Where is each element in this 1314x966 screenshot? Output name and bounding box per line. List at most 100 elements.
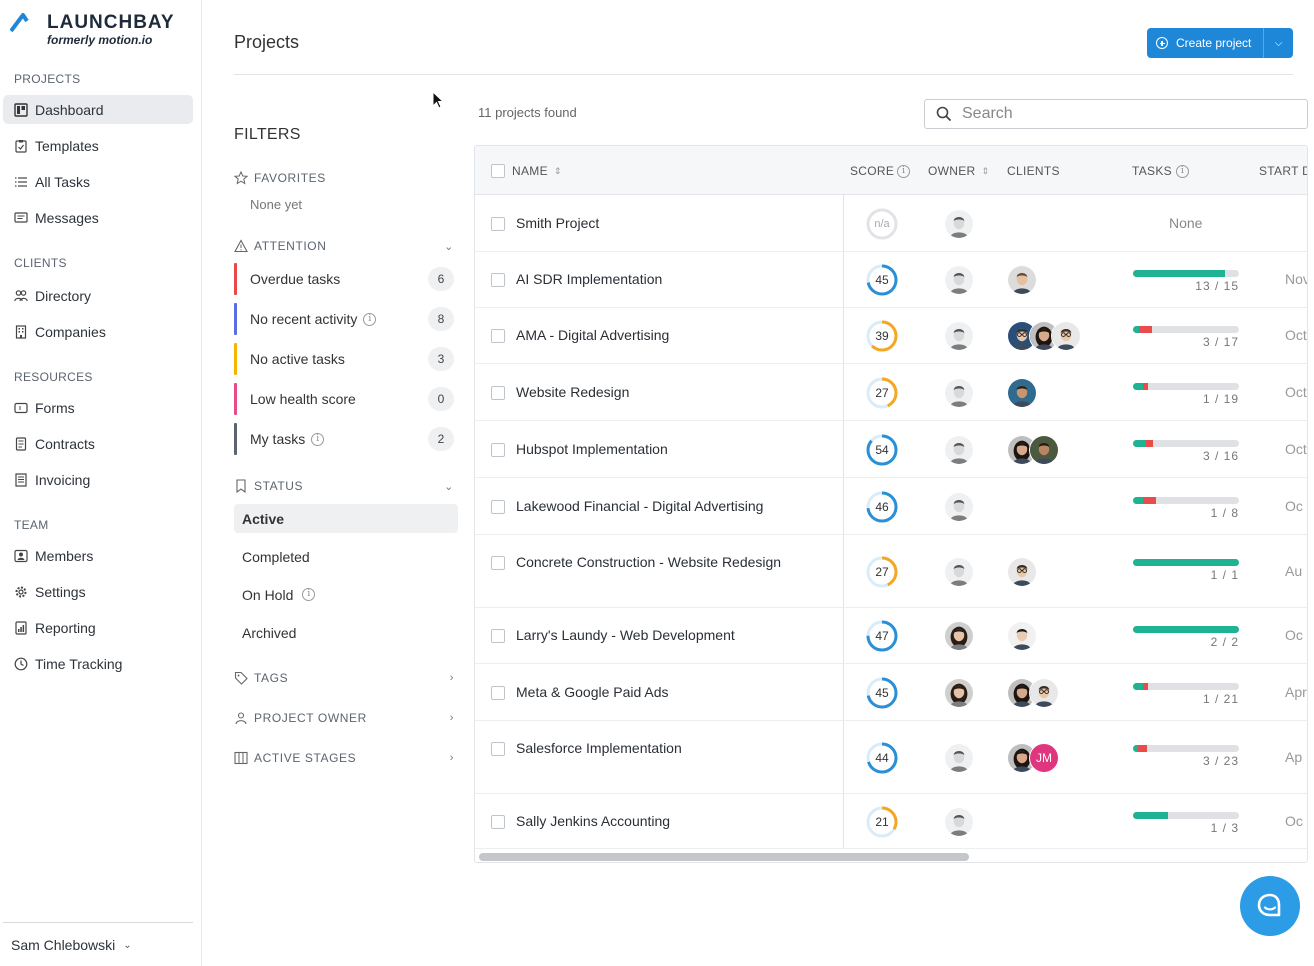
filter-tags-header[interactable]: TAGS ›	[234, 671, 458, 685]
project-name[interactable]: Website Redesign	[516, 384, 629, 400]
project-name[interactable]: Concrete Construction - Website Redesign	[516, 554, 781, 570]
table-row[interactable]: Salesforce Implementation 44 JM 3 / 23 Ap	[475, 721, 1307, 794]
health-score[interactable]: 27	[865, 376, 899, 410]
row-checkbox[interactable]	[491, 273, 505, 287]
project-name[interactable]: Hubspot Implementation	[516, 441, 668, 457]
owner-avatar[interactable]	[944, 556, 974, 587]
row-checkbox[interactable]	[491, 216, 505, 231]
row-checkbox[interactable]	[491, 442, 505, 457]
sidebar-item-settings[interactable]: Settings	[3, 577, 193, 606]
row-checkbox[interactable]	[491, 814, 505, 829]
table-row[interactable]: Lakewood Financial - Digital Advertising…	[475, 478, 1307, 535]
row-checkbox[interactable]	[491, 556, 505, 570]
health-score[interactable]: 44	[865, 741, 899, 775]
table-row[interactable]: Meta & Google Paid Ads 45 1 / 21 Apr	[475, 664, 1307, 721]
sidebar-item-reporting[interactable]: Reporting	[3, 613, 193, 642]
table-row[interactable]: AI SDR Implementation 45 13 / 15 Nov	[475, 252, 1307, 308]
chat-launcher-button[interactable]	[1240, 876, 1300, 936]
sidebar-item-messages[interactable]: Messages	[3, 203, 193, 232]
attention-no-active-tasks[interactable]: No active tasks 3	[234, 343, 458, 375]
client-avatar[interactable]	[1007, 377, 1037, 408]
health-score[interactable]: 46	[865, 490, 899, 524]
create-project-dropdown[interactable]: ⌵	[1263, 28, 1293, 58]
row-checkbox[interactable]	[491, 385, 505, 400]
sidebar-item-time-tracking[interactable]: Time Tracking	[3, 649, 193, 678]
horizontal-scrollbar[interactable]	[479, 853, 969, 861]
info-icon[interactable]: i	[363, 312, 377, 326]
status-archived[interactable]: Archived	[234, 618, 458, 647]
owner-avatar[interactable]	[944, 434, 974, 465]
client-avatar[interactable]	[1007, 556, 1037, 587]
sidebar-item-contracts[interactable]: Contracts	[3, 429, 193, 458]
row-checkbox[interactable]	[491, 499, 505, 514]
project-name[interactable]: AI SDR Implementation	[516, 271, 662, 287]
owner-avatar[interactable]	[944, 621, 974, 651]
health-score[interactable]: 39	[865, 319, 899, 353]
health-score[interactable]: 47	[865, 619, 899, 653]
attention-overdue-tasks[interactable]: Overdue tasks 6	[234, 263, 458, 295]
project-name[interactable]: AMA - Digital Advertising	[516, 327, 669, 343]
health-score[interactable]: n/a	[865, 207, 899, 241]
table-row[interactable]: Hubspot Implementation 54 3 / 16 Oct	[475, 421, 1307, 478]
column-name-header[interactable]: NAME ⇕	[512, 164, 562, 178]
sidebar-item-all-tasks[interactable]: All Tasks	[3, 167, 193, 196]
project-name[interactable]: Meta & Google Paid Ads	[516, 684, 669, 700]
health-score[interactable]: 21	[865, 805, 899, 839]
table-row[interactable]: AMA - Digital Advertising 39 3 / 17 Oct	[475, 308, 1307, 364]
table-row[interactable]: Larry's Laundy - Web Development 47 2 / 2 O…	[475, 608, 1307, 664]
owner-avatar[interactable]	[944, 742, 974, 773]
owner-avatar[interactable]	[944, 208, 974, 239]
table-row[interactable]: Sally Jenkins Accounting 21 1 / 3 Oc	[475, 794, 1307, 849]
project-name[interactable]: Lakewood Financial - Digital Advertising	[516, 498, 763, 514]
column-owner-header[interactable]: OWNER ⇕	[928, 164, 989, 178]
owner-avatar[interactable]	[944, 321, 974, 351]
sidebar-item-companies[interactable]: Companies	[3, 317, 193, 346]
column-start-date-header[interactable]: START D/	[1259, 164, 1307, 178]
info-icon[interactable]: i	[302, 588, 316, 601]
project-name[interactable]: Salesforce Implementation	[516, 740, 682, 756]
owner-avatar[interactable]	[944, 491, 974, 522]
info-icon[interactable]: i	[897, 164, 911, 178]
sidebar-item-directory[interactable]: Directory	[3, 281, 193, 310]
row-checkbox[interactable]	[491, 742, 505, 756]
sidebar-item-members[interactable]: Members	[3, 541, 193, 570]
sidebar-item-invoicing[interactable]: Invoicing	[3, 465, 193, 494]
client-avatar[interactable]: JM	[1029, 742, 1059, 773]
row-checkbox[interactable]	[491, 685, 505, 700]
client-avatar[interactable]	[1029, 434, 1059, 465]
create-project-main[interactable]: Create project	[1147, 28, 1263, 58]
status-active[interactable]: Active	[234, 504, 458, 533]
health-score[interactable]: 27	[865, 555, 899, 589]
owner-avatar[interactable]	[944, 806, 974, 837]
search-box[interactable]	[924, 99, 1308, 129]
column-score-header[interactable]: SCORE i	[850, 164, 911, 178]
health-score[interactable]: 45	[865, 676, 899, 710]
status-completed[interactable]: Completed	[234, 542, 458, 571]
owner-avatar[interactable]	[944, 677, 974, 708]
attention-low-health-score[interactable]: Low health score 0	[234, 383, 458, 415]
owner-avatar[interactable]	[944, 265, 974, 295]
table-row[interactable]: Smith Project n/a None	[475, 195, 1307, 252]
client-avatar[interactable]	[1051, 321, 1081, 351]
status-on-hold[interactable]: On Hold i	[234, 580, 458, 609]
row-checkbox[interactable]	[491, 329, 505, 343]
filter-active-stages-header[interactable]: ACTIVE STAGES ›	[234, 751, 458, 765]
client-avatar[interactable]	[1007, 265, 1037, 295]
attention-my-tasks[interactable]: My tasks i 2	[234, 423, 458, 455]
project-name[interactable]: Smith Project	[516, 215, 599, 231]
filter-attention-header[interactable]: ATTENTION ⌄	[234, 239, 458, 253]
client-avatar[interactable]	[1007, 621, 1037, 651]
attention-no-recent-activity[interactable]: No recent activity i 8	[234, 303, 458, 335]
sidebar-item-forms[interactable]: Forms	[3, 393, 193, 422]
health-score[interactable]: 54	[865, 433, 899, 467]
owner-avatar[interactable]	[944, 377, 974, 408]
filter-project-owner-header[interactable]: PROJECT OWNER ›	[234, 711, 458, 725]
user-menu[interactable]: Sam Chlebowski ⌄	[11, 937, 132, 953]
health-score[interactable]: 45	[865, 263, 899, 297]
project-name[interactable]: Sally Jenkins Accounting	[516, 813, 670, 829]
info-icon[interactable]: i	[311, 432, 325, 446]
create-project-button[interactable]: Create project ⌵	[1147, 28, 1293, 58]
table-row[interactable]: Concrete Construction - Website Redesign…	[475, 535, 1307, 608]
info-icon[interactable]: i	[1175, 164, 1189, 178]
project-name[interactable]: Larry's Laundy - Web Development	[516, 627, 735, 643]
